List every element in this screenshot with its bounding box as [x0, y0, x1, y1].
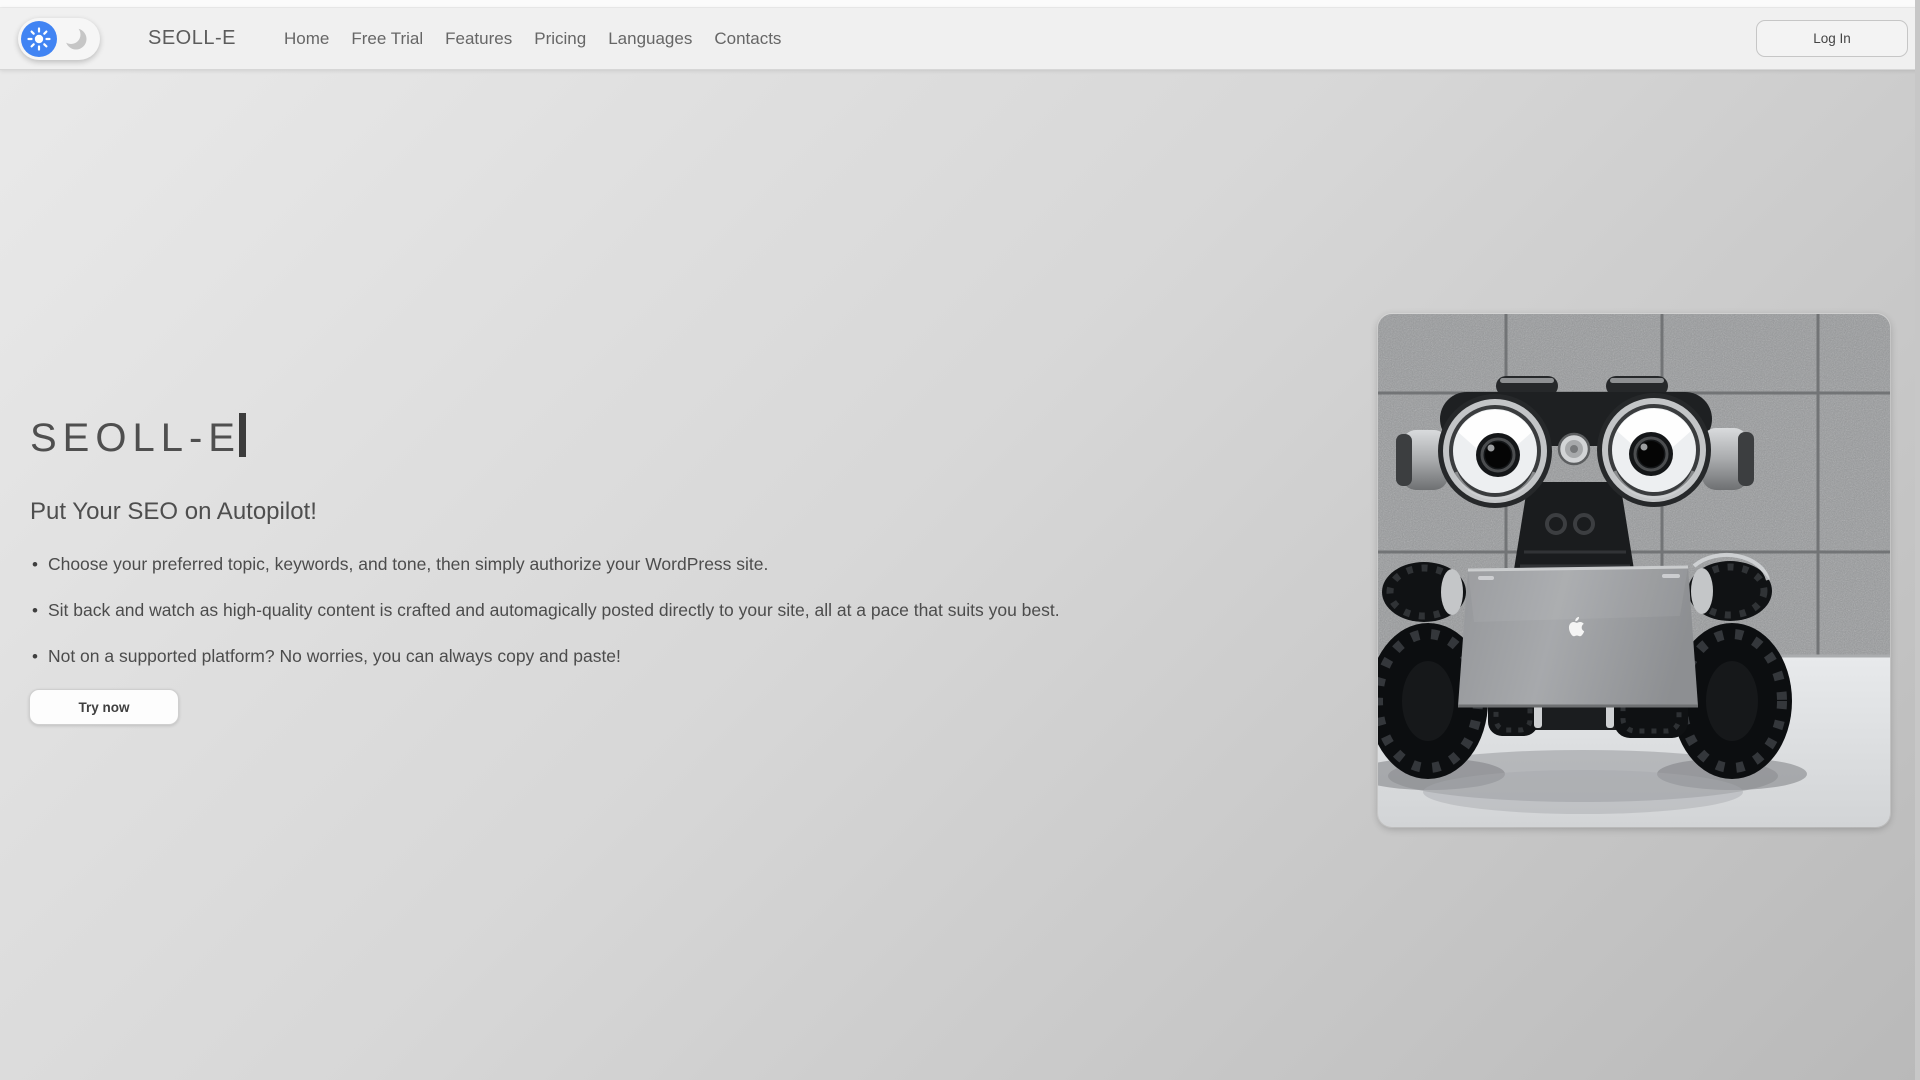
sun-icon	[27, 27, 51, 51]
nav-item-pricing[interactable]: Pricing	[534, 29, 586, 49]
typing-caret	[239, 413, 246, 457]
nav-item-features[interactable]: Features	[445, 29, 512, 49]
dark-mode-button[interactable]	[57, 21, 93, 57]
login-button[interactable]: Log In	[1756, 20, 1908, 57]
robot-photo	[1378, 314, 1890, 827]
main-nav: Home Free Trial Features Pricing Languag…	[236, 29, 781, 49]
page-title: SEOLL-E	[30, 413, 246, 461]
robot-right-eye	[1597, 393, 1711, 507]
theme-toggle[interactable]	[18, 18, 100, 60]
nav-item-languages[interactable]: Languages	[608, 29, 692, 49]
navbar: SEOLL-E Home Free Trial Features Pricing…	[0, 8, 1920, 70]
feature-list: Choose your preferred topic, keywords, a…	[32, 551, 1060, 689]
landing-page: SEOLL-E Home Free Trial Features Pricing…	[0, 0, 1920, 1080]
light-mode-button[interactable]	[21, 21, 57, 57]
hero-subtitle: Put Your SEO on Autopilot!	[30, 498, 317, 526]
nav-item-home[interactable]: Home	[284, 29, 329, 49]
top-strip	[0, 0, 1920, 8]
brand-logo[interactable]: SEOLL-E	[148, 27, 236, 50]
robot-illustration	[1378, 314, 1890, 827]
feature-item: Sit back and watch as high-quality conte…	[32, 597, 1060, 624]
scrollbar[interactable]	[1915, 0, 1920, 1080]
feature-item: Choose your preferred topic, keywords, a…	[32, 551, 1060, 578]
nav-item-contacts[interactable]: Contacts	[714, 29, 781, 49]
moon-icon	[60, 24, 90, 54]
try-now-button[interactable]: Try now	[29, 689, 179, 725]
feature-item: Not on a supported platform? No worries,…	[32, 643, 1060, 670]
nav-item-free-trial[interactable]: Free Trial	[351, 29, 423, 49]
robot-left-eye	[1438, 394, 1552, 508]
